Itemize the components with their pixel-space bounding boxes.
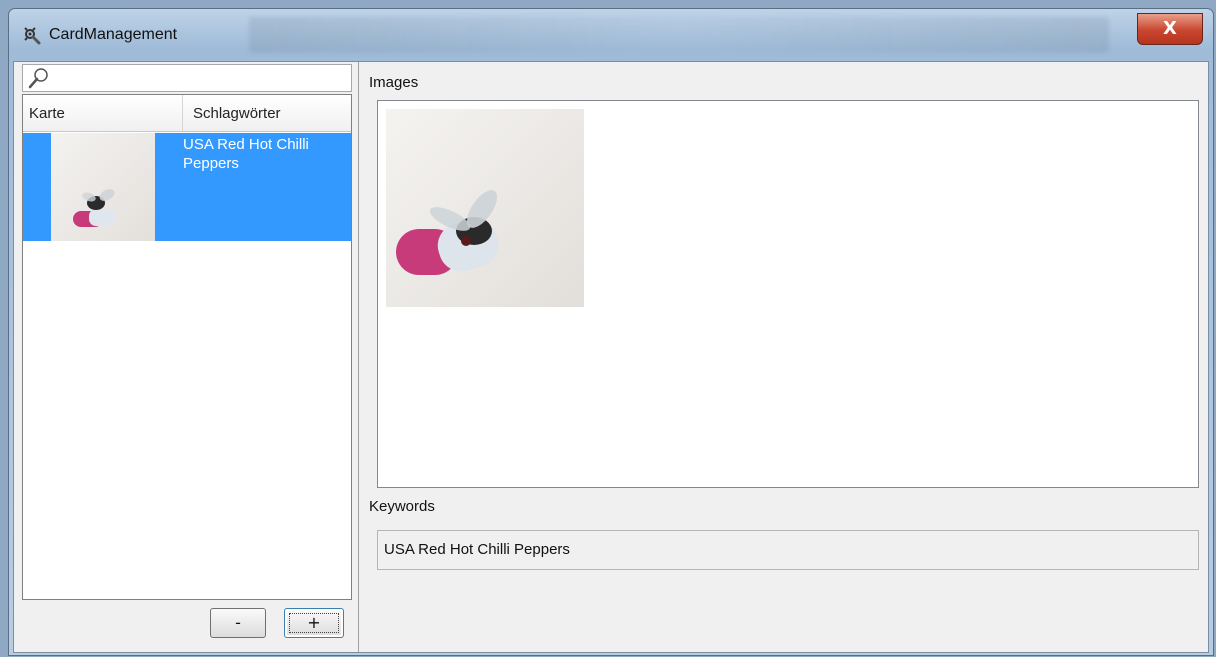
window-title: CardManagement	[49, 26, 178, 43]
row-keywords: USA Red Hot Chilli Peppers	[183, 135, 347, 173]
images-label: Images	[369, 74, 419, 91]
card-table: Karte Schlagwörter USA Red Hot Chilli Pe…	[22, 94, 352, 600]
card-thumbnail	[51, 133, 155, 241]
close-icon: X	[1163, 18, 1177, 39]
keywords-label: Keywords	[369, 498, 435, 515]
title-bar[interactable]: CardManagement X	[9, 9, 1213, 61]
add-card-button[interactable]: +	[284, 608, 344, 638]
blurred-background-toolbar	[249, 17, 1109, 53]
table-row[interactable]: USA Red Hot Chilli Peppers	[23, 133, 351, 241]
images-area[interactable]	[377, 100, 1199, 488]
app-window: CardManagement X Karte Schlagwörter USA …	[8, 8, 1214, 656]
search-input[interactable]	[22, 64, 352, 92]
column-header-schlagwoerter[interactable]: Schlagwörter	[183, 95, 351, 131]
client-area: Karte Schlagwörter USA Red Hot Chilli Pe…	[13, 61, 1209, 653]
card-image[interactable]	[386, 109, 584, 307]
row-keywords-line1: USA Red Hot Chilli	[183, 136, 309, 153]
keywords-field[interactable]: USA Red Hot Chilli Peppers	[377, 530, 1199, 570]
column-header-karte[interactable]: Karte	[23, 95, 183, 131]
card-list-panel: Karte Schlagwörter USA Red Hot Chilli Pe…	[14, 62, 359, 652]
card-detail-panel: Images Keywords USA Red Hot Chilli Peppe…	[359, 62, 1208, 652]
close-button[interactable]: X	[1137, 13, 1203, 45]
search-icon	[27, 66, 51, 90]
row-keywords-line2: Peppers	[183, 155, 239, 172]
remove-card-button[interactable]: -	[210, 608, 266, 638]
table-header: Karte Schlagwörter	[23, 95, 351, 132]
gear-wrench-icon	[23, 27, 41, 45]
